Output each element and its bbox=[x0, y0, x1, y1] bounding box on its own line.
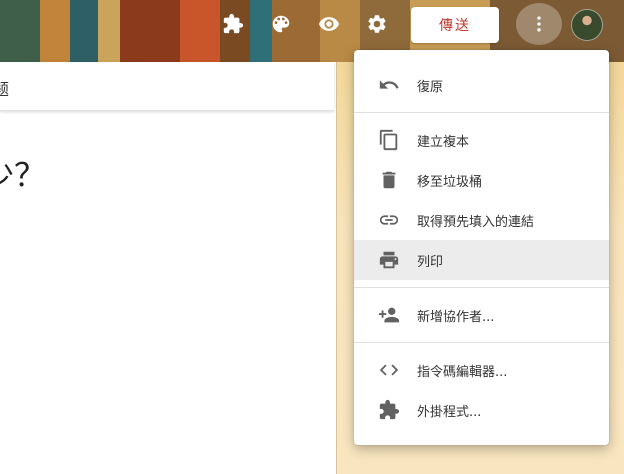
menu-divider bbox=[354, 342, 609, 343]
palette-button[interactable] bbox=[266, 9, 296, 39]
menu-item-label: 指令碼編輯器... bbox=[417, 365, 508, 380]
trash-icon bbox=[378, 169, 400, 191]
eye-icon bbox=[318, 17, 340, 31]
link-icon bbox=[378, 209, 400, 231]
menu-item-label: 外掛程式... bbox=[417, 405, 482, 420]
menu-item-label: 移至垃圾桶 bbox=[417, 175, 483, 190]
form-header: 题 bbox=[0, 62, 334, 111]
gear-icon bbox=[368, 15, 386, 33]
print-icon bbox=[378, 249, 400, 271]
menu-item-label: 復原 bbox=[417, 80, 444, 95]
preview-button[interactable] bbox=[314, 9, 344, 39]
banner-decoration bbox=[70, 0, 98, 66]
menu-item-undo[interactable]: 復原 bbox=[354, 65, 609, 105]
more-options-menu: 復原 建立複本 移至垃圾桶 取得預先填入的連結 列印 新增協作者... 指令碼編… bbox=[354, 50, 609, 445]
banner-decoration bbox=[40, 0, 70, 66]
undo-icon bbox=[378, 74, 400, 96]
menu-item-script-editor[interactable]: 指令碼編輯器... bbox=[354, 350, 609, 390]
copy-icon bbox=[378, 129, 400, 151]
menu-item-label: 建立複本 bbox=[417, 135, 470, 150]
menu-item-print[interactable]: 列印 bbox=[354, 240, 609, 280]
menu-item-move-to-trash[interactable]: 移至垃圾桶 bbox=[354, 160, 609, 200]
menu-item-make-copy[interactable]: 建立複本 bbox=[354, 120, 609, 160]
form-header-label: 题 bbox=[0, 80, 10, 99]
banner-decoration bbox=[0, 0, 40, 66]
avatar[interactable] bbox=[571, 9, 603, 41]
banner-decoration bbox=[120, 0, 180, 66]
menu-item-add-collaborators[interactable]: 新增協作者... bbox=[354, 295, 609, 335]
menu-item-label: 取得預先填入的連結 bbox=[417, 215, 535, 230]
menu-divider bbox=[354, 287, 609, 288]
banner-decoration bbox=[180, 0, 220, 66]
send-button[interactable]: 傳送 bbox=[411, 7, 499, 43]
menu-divider bbox=[354, 112, 609, 113]
menu-item-addons[interactable]: 外掛程式... bbox=[354, 390, 609, 430]
form-panel bbox=[0, 62, 336, 474]
menu-item-label: 列印 bbox=[417, 255, 444, 270]
puzzle-icon bbox=[223, 13, 244, 34]
add-people-icon bbox=[378, 304, 400, 326]
more-options-button[interactable] bbox=[516, 3, 562, 45]
code-icon bbox=[378, 359, 400, 381]
menu-item-prefilled-link[interactable]: 取得預先填入的連結 bbox=[354, 200, 609, 240]
puzzle-icon bbox=[378, 399, 400, 421]
settings-button[interactable] bbox=[362, 9, 392, 39]
banner-decoration bbox=[98, 0, 120, 66]
more-vert-icon bbox=[537, 16, 541, 32]
addons-button[interactable] bbox=[218, 9, 248, 39]
menu-item-label: 新增協作者... bbox=[417, 310, 495, 325]
palette-icon bbox=[272, 15, 290, 33]
question-title: 少？ bbox=[0, 156, 47, 194]
